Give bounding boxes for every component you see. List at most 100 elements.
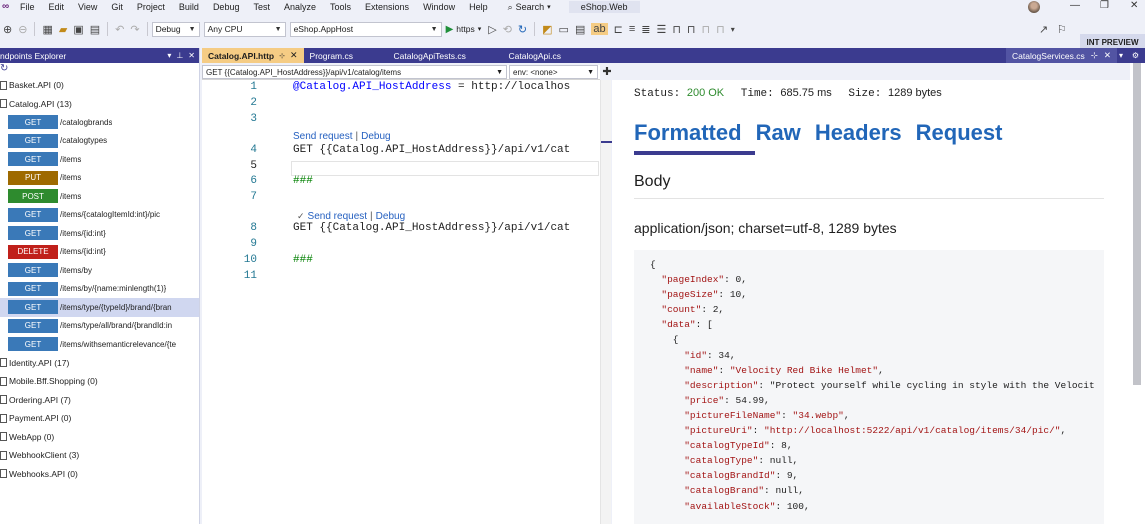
close-icon[interactable]: ✕ bbox=[290, 50, 298, 61]
menu-build[interactable]: Build bbox=[179, 2, 199, 12]
back-icon[interactable]: ⊕ bbox=[3, 23, 12, 36]
forward-icon[interactable]: ⊖ bbox=[18, 23, 27, 36]
project-node[interactable]: Ordering.API (7) bbox=[0, 391, 199, 410]
spellcheck-icon[interactable]: ab bbox=[591, 23, 608, 35]
endpoint-row[interactable]: GET/catalogbrands bbox=[0, 113, 199, 132]
indent-icon[interactable]: ≡ bbox=[629, 23, 635, 35]
avatar[interactable] bbox=[1028, 1, 1040, 13]
browse-icon[interactable]: ◩ bbox=[542, 23, 552, 36]
project-node[interactable]: Identity.API (17) bbox=[0, 354, 199, 373]
menu-analyze[interactable]: Analyze bbox=[284, 2, 316, 12]
endpoint-row[interactable]: GET/items/{id:int} bbox=[0, 224, 199, 243]
code-editor[interactable]: 1 2 3 4 5 6 7 8 9 10 11 @Catalog.API_Hos… bbox=[202, 80, 600, 524]
platform-dropdown[interactable]: Any CPU ▼ bbox=[203, 21, 286, 37]
endpoint-row[interactable]: POST/items bbox=[0, 187, 199, 206]
pin-icon[interactable]: ⊹ bbox=[1091, 50, 1098, 61]
project-node[interactable]: WebhookClient (3) bbox=[0, 446, 199, 465]
tab-catalog-api-cs[interactable]: CatalogApi.cs bbox=[503, 48, 567, 63]
endpoint-row[interactable]: GET/items/type/{typeId}/brand/{bran bbox=[0, 298, 199, 317]
endpoint-row[interactable]: GET/catalogtypes bbox=[0, 132, 199, 151]
menu-project[interactable]: Project bbox=[137, 2, 165, 12]
refresh-icon[interactable]: ↻ bbox=[0, 63, 199, 76]
startup-project-dropdown[interactable]: eShop.AppHost ▼ bbox=[289, 21, 442, 37]
tab-catalog-api-http[interactable]: Catalog.API.http ⊹ ✕ bbox=[202, 48, 304, 63]
response-scrollbar[interactable] bbox=[1130, 63, 1145, 524]
endpoint-row[interactable]: GET/items/type/all/brand/{brandId:in bbox=[0, 317, 199, 336]
menu-edit[interactable]: Edit bbox=[49, 2, 65, 12]
menu-extensions[interactable]: Extensions bbox=[365, 2, 409, 12]
project-node[interactable]: Payment.API (0) bbox=[0, 409, 199, 428]
endpoint-row[interactable]: PUT/items bbox=[0, 169, 199, 188]
bookmark-icon[interactable]: ⊓ bbox=[672, 23, 681, 36]
save-icon[interactable]: ▣ bbox=[73, 23, 83, 36]
screen-icon[interactable]: ▤ bbox=[575, 23, 585, 36]
menu-help[interactable]: Help bbox=[469, 2, 488, 12]
project-node[interactable]: Webhooks.API (0) bbox=[0, 465, 199, 484]
menu-test[interactable]: Test bbox=[253, 2, 270, 12]
tab-request[interactable]: Request bbox=[916, 120, 1003, 146]
menu-view[interactable]: View bbox=[78, 2, 97, 12]
endpoint-row[interactable]: GET/items/{catalogItemId:int}/pic bbox=[0, 206, 199, 225]
open-folder-icon[interactable]: ▰ bbox=[59, 23, 67, 36]
endpoint-row[interactable]: GET/items bbox=[0, 150, 199, 169]
toolbar-overflow-icon[interactable]: ▾ bbox=[731, 25, 735, 34]
tab-program-cs[interactable]: Program.cs bbox=[304, 48, 388, 63]
pin-icon[interactable]: ⊹ bbox=[279, 52, 285, 60]
send-request-link[interactable]: Send request bbox=[293, 131, 353, 142]
endpoint-row[interactable]: GET/items/by/{name:minlength(1)} bbox=[0, 280, 199, 299]
restore-button[interactable]: ❐ bbox=[1100, 0, 1109, 11]
search-box[interactable]: ⌕ Search ▾ bbox=[508, 2, 551, 13]
scrollbar-thumb[interactable] bbox=[1133, 63, 1141, 385]
tab-catalog-api-tests-cs[interactable]: CatalogApiTests.cs bbox=[388, 48, 503, 63]
gear-icon[interactable]: ⚙ bbox=[1132, 51, 1139, 60]
bookmark-next-icon[interactable]: ⊓ bbox=[702, 23, 711, 36]
editor-scrollbar[interactable] bbox=[600, 80, 613, 524]
project-node[interactable]: Basket.API (0) bbox=[0, 76, 199, 95]
tab-raw[interactable]: Raw bbox=[756, 120, 801, 146]
endpoint-row[interactable]: GET/items/by bbox=[0, 261, 199, 280]
endpoint-row[interactable]: GET/items/withsemanticrelevance/{te bbox=[0, 335, 199, 354]
pin-icon[interactable]: ⊥ bbox=[176, 51, 183, 60]
share-icon[interactable]: ↗ bbox=[1039, 23, 1048, 36]
save-all-icon[interactable]: ▤ bbox=[90, 23, 100, 36]
panel-menu-icon[interactable]: ▾ bbox=[167, 51, 171, 60]
redo-icon[interactable]: ↷ bbox=[130, 23, 139, 36]
run-without-debugging-icon[interactable]: ▷ bbox=[488, 23, 496, 36]
tab-catalog-services-cs[interactable]: CatalogServices.cs ⊹ ✕ bbox=[1005, 48, 1117, 63]
environment-dropdown[interactable]: env: <none> ▼ bbox=[509, 65, 598, 79]
bookmark-prev-icon[interactable]: ⊓ bbox=[687, 23, 696, 36]
debug-link[interactable]: Debug bbox=[361, 131, 390, 142]
minimize-button[interactable]: — bbox=[1070, 0, 1080, 11]
tab-headers[interactable]: Headers bbox=[815, 120, 902, 146]
debug-link[interactable]: Debug bbox=[376, 211, 405, 222]
menu-git[interactable]: Git bbox=[111, 2, 123, 12]
close-icon[interactable]: ✕ bbox=[188, 51, 195, 60]
run-button[interactable]: ▶ https ▾ bbox=[446, 24, 482, 35]
close-icon[interactable]: ✕ bbox=[1104, 50, 1111, 61]
menu-debug[interactable]: Debug bbox=[213, 2, 240, 12]
project-node[interactable]: Mobile.Bff.Shopping (0) bbox=[0, 372, 199, 391]
format-icon[interactable]: ⊏ bbox=[614, 23, 623, 36]
uncomment-icon[interactable]: ☰ bbox=[656, 23, 666, 36]
tab-formatted[interactable]: Formatted bbox=[634, 120, 755, 155]
menu-file[interactable]: File bbox=[20, 2, 35, 12]
new-project-icon[interactable]: ▦ bbox=[42, 23, 52, 36]
comment-icon[interactable]: ≣ bbox=[641, 23, 650, 36]
endpoint-row[interactable]: DELETE/items/{id:int} bbox=[0, 243, 199, 262]
configuration-dropdown[interactable]: Debug ▼ bbox=[151, 21, 200, 37]
project-node[interactable]: WebApp (0) bbox=[0, 428, 199, 447]
feedback-icon[interactable]: ⚐ bbox=[1057, 23, 1067, 36]
menu-window[interactable]: Window bbox=[423, 2, 455, 12]
hot-reload-icon[interactable]: ⟲ bbox=[503, 23, 512, 36]
bookmark-clear-icon[interactable]: ⊓ bbox=[716, 23, 725, 36]
close-window-button[interactable]: ✕ bbox=[1130, 0, 1138, 11]
refresh-icon[interactable]: ↻ bbox=[518, 23, 527, 36]
undo-icon[interactable]: ↶ bbox=[115, 23, 124, 36]
request-dropdown[interactable]: GET {{Catalog.API_HostAddress}}/api/v1/c… bbox=[202, 65, 507, 79]
layout-icon[interactable]: ▭ bbox=[559, 23, 569, 36]
project-node[interactable]: Catalog.API (13) bbox=[0, 95, 199, 114]
send-request-link[interactable]: Send request bbox=[308, 211, 368, 222]
tab-list-dropdown-icon[interactable]: ▾ bbox=[1119, 51, 1123, 60]
menu-tools[interactable]: Tools bbox=[330, 2, 351, 12]
split-editor-icon[interactable]: ✚ bbox=[600, 65, 614, 80]
